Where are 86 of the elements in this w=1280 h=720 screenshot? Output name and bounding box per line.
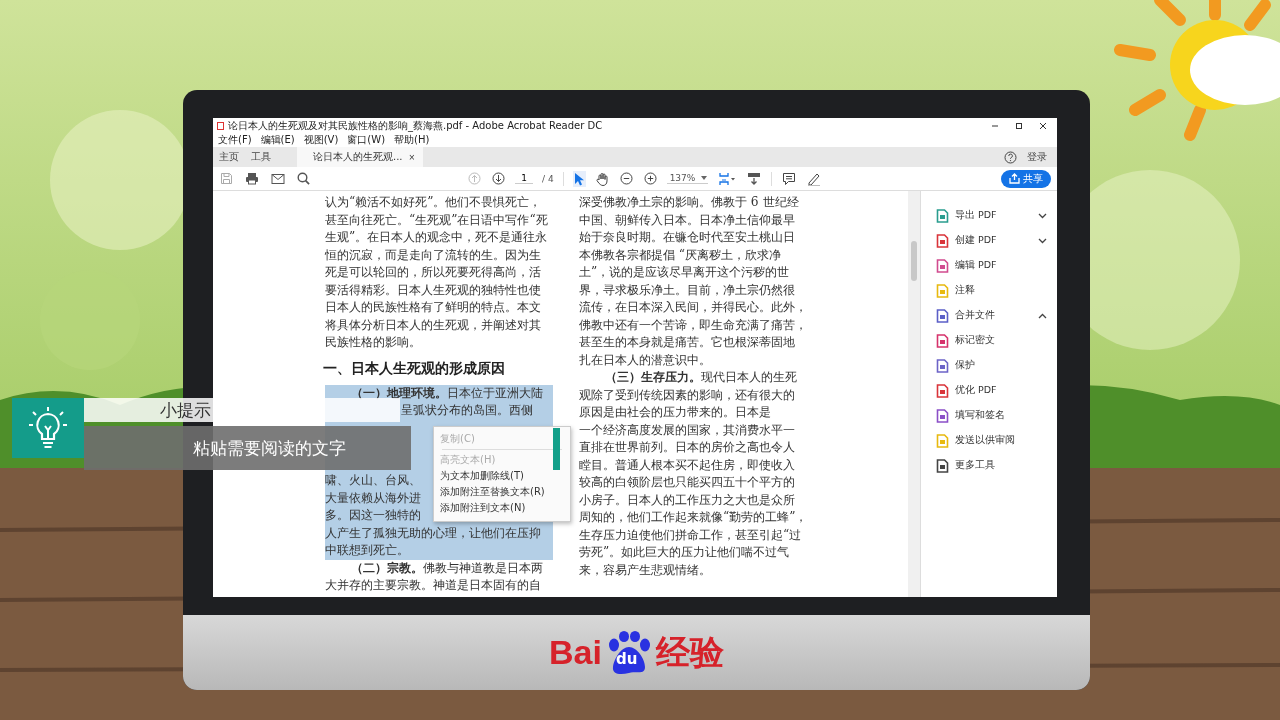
share-button[interactable]: 共享: [1001, 169, 1051, 188]
tool-item[interactable]: 发送以供审阅: [955, 434, 1015, 447]
text-line: 生观”。在日本人的观念中，死不是通往永: [325, 229, 549, 246]
zoom-in-icon[interactable]: [642, 171, 658, 186]
text-line: 甚至向往死亡。“生死观”在日语中写作“死: [325, 211, 549, 229]
brand-logo-text: 经验: [655, 631, 724, 673]
text-line: 来，容易产生悲观情绪。: [579, 561, 712, 579]
text-line: 小房子。日本人的工作压力之大也是众所: [579, 491, 796, 509]
brand-logo-text: Bai: [549, 633, 602, 672]
text-line: 中国、朝鲜传入日本。日本净土信仰最早: [579, 211, 796, 229]
menu-item[interactable]: 编辑(E): [260, 133, 295, 147]
close-tab-button[interactable]: ×: [408, 152, 416, 162]
text-line: 一个经济高度发展的国家，其消费水平一: [579, 421, 796, 439]
text-line: 扎在日本人的潜意识中。: [579, 351, 712, 369]
text-line: 流传，在日本深入民间，并得民心。此外，: [579, 299, 808, 316]
text-line: （二）宗教。佛教与神道教是日本两: [350, 559, 544, 577]
lightbulb-icon: [28, 406, 68, 450]
search-icon[interactable]: [296, 171, 311, 186]
text-line: 界，寻求极乐净土。目前，净土宗仍然很: [579, 281, 796, 299]
tool-item[interactable]: 优化 PDF: [955, 384, 997, 397]
mail-icon[interactable]: [270, 171, 286, 186]
text-line: 土”，说的是应该尽早离开这个污秽的世: [579, 264, 791, 281]
text-line: 甚至生的本身就是痛苦。它也根深蒂固地: [579, 334, 796, 351]
section-heading: 一、日本人生死观的形成原因: [323, 358, 506, 378]
text-line: 将具体分析日本人的生死观，并阐述对其: [325, 316, 542, 334]
tip-text: 粘贴需要阅读的文字: [84, 426, 411, 470]
text-line: 始于奈良时期。在镰仓时代至安土桃山日: [579, 229, 796, 246]
menu-item[interactable]: 窗口(W): [347, 133, 386, 147]
text-line: （三）生存压力。现代日本人的生死: [604, 369, 798, 386]
text-line: 深受佛教净土宗的影响。佛教于 6 世纪经: [579, 194, 800, 211]
fit-page-icon[interactable]: [716, 170, 737, 187]
paw-logo: du: [603, 630, 654, 675]
pointer-icon[interactable]: [572, 170, 586, 187]
text-line: 本佛教各宗都提倡 “厌离秽土，欣求净: [579, 246, 783, 264]
text-line: 要活得精彩。日本人生死观的独特性也使: [325, 281, 542, 299]
text-line: 周知的，他们工作起来就像“勤劳的工蜂”，: [579, 509, 808, 526]
text-line: 原因是由社会的压力带来的。日本是: [579, 404, 772, 421]
tool-item[interactable]: 填写和签名: [955, 409, 1005, 422]
text-line: 民族性格的影响。: [325, 334, 422, 351]
text-line: 生存压力迫使他们拼命工作，甚至引起“过: [579, 526, 803, 544]
login-link[interactable]: 登录: [1027, 150, 1047, 164]
tool-item[interactable]: 合并文件: [955, 309, 995, 322]
menu-item[interactable]: 帮助(H): [394, 133, 430, 147]
text-line: 较高的白领阶层也只能买四五十个平方的: [579, 474, 796, 491]
next-page-icon[interactable]: [491, 171, 506, 186]
chevron-up-icon[interactable]: [1038, 312, 1047, 319]
text-line: 认为“赖活不如好死”。他们不畏惧死亡，: [325, 194, 543, 211]
text-line: 恒的沉寂，而是走向了流转的生。因为生: [325, 246, 542, 264]
chevron-down-icon[interactable]: [1038, 237, 1047, 244]
text-line: 大并存的主要宗教。神道是日本固有的自: [325, 577, 542, 594]
text-line: 佛教中还有一个苦谛，即生命充满了痛苦，: [579, 316, 808, 334]
menu-item[interactable]: 文件(F): [218, 133, 252, 147]
tool-item[interactable]: 导出 PDF: [955, 209, 997, 222]
restore-icon[interactable]: [1015, 121, 1023, 130]
page-number-field[interactable]: 1: [515, 173, 533, 184]
tab[interactable]: 论日本人的生死观... ×: [297, 147, 424, 167]
chevron-down-icon[interactable]: [1038, 212, 1047, 219]
tool-item[interactable]: 编辑 PDF: [955, 259, 997, 272]
menu-item[interactable]: 视图(V): [303, 133, 339, 147]
print-icon[interactable]: [244, 171, 260, 186]
close-icon[interactable]: [1039, 121, 1047, 130]
tool-item[interactable]: 更多工具: [955, 459, 995, 472]
zoom-dropdown[interactable]: 137%: [666, 173, 708, 184]
help-icon[interactable]: [1004, 150, 1017, 164]
text-line: 日本人的民族性格有了鲜明的特点。本文: [325, 299, 542, 316]
window-title: 论日本人的生死观及对其民族性格的影响_蔡海燕.pdf - Adobe Acrobat Reader DC: [228, 118, 603, 133]
tab[interactable]: 主页: [213, 147, 245, 167]
text-line: 直排在世界前列。日本的房价之高也令人: [579, 439, 796, 456]
text-line: 瞠目。普通人根本买不起住房，即使收入: [579, 456, 796, 474]
page-count: / 4: [542, 173, 554, 184]
zoom-out-icon[interactable]: [618, 171, 634, 186]
tool-item[interactable]: 标记密文: [955, 334, 995, 347]
tool-item[interactable]: 创建 PDF: [955, 234, 997, 247]
text-line: 死是可以轮回的，所以死要死得高尚，活: [325, 264, 542, 281]
tool-item[interactable]: 保护: [955, 359, 975, 372]
hand-icon[interactable]: [594, 170, 610, 187]
share-icon: [1009, 173, 1020, 184]
text-line: 观除了受到传统因素的影响，还有很大的: [579, 386, 796, 404]
text-line: 劳死”。如此巨大的压力让他们喘不过气: [579, 544, 791, 561]
scroll-mode-icon[interactable]: [745, 170, 762, 187]
caret-icon[interactable]: [701, 176, 708, 180]
scrollbar[interactable]: [908, 191, 920, 597]
tab[interactable]: 工具: [245, 147, 277, 167]
tool-item[interactable]: 注释: [955, 284, 975, 297]
comment-icon[interactable]: [780, 170, 797, 187]
tip-title: 小提示: [84, 398, 400, 422]
